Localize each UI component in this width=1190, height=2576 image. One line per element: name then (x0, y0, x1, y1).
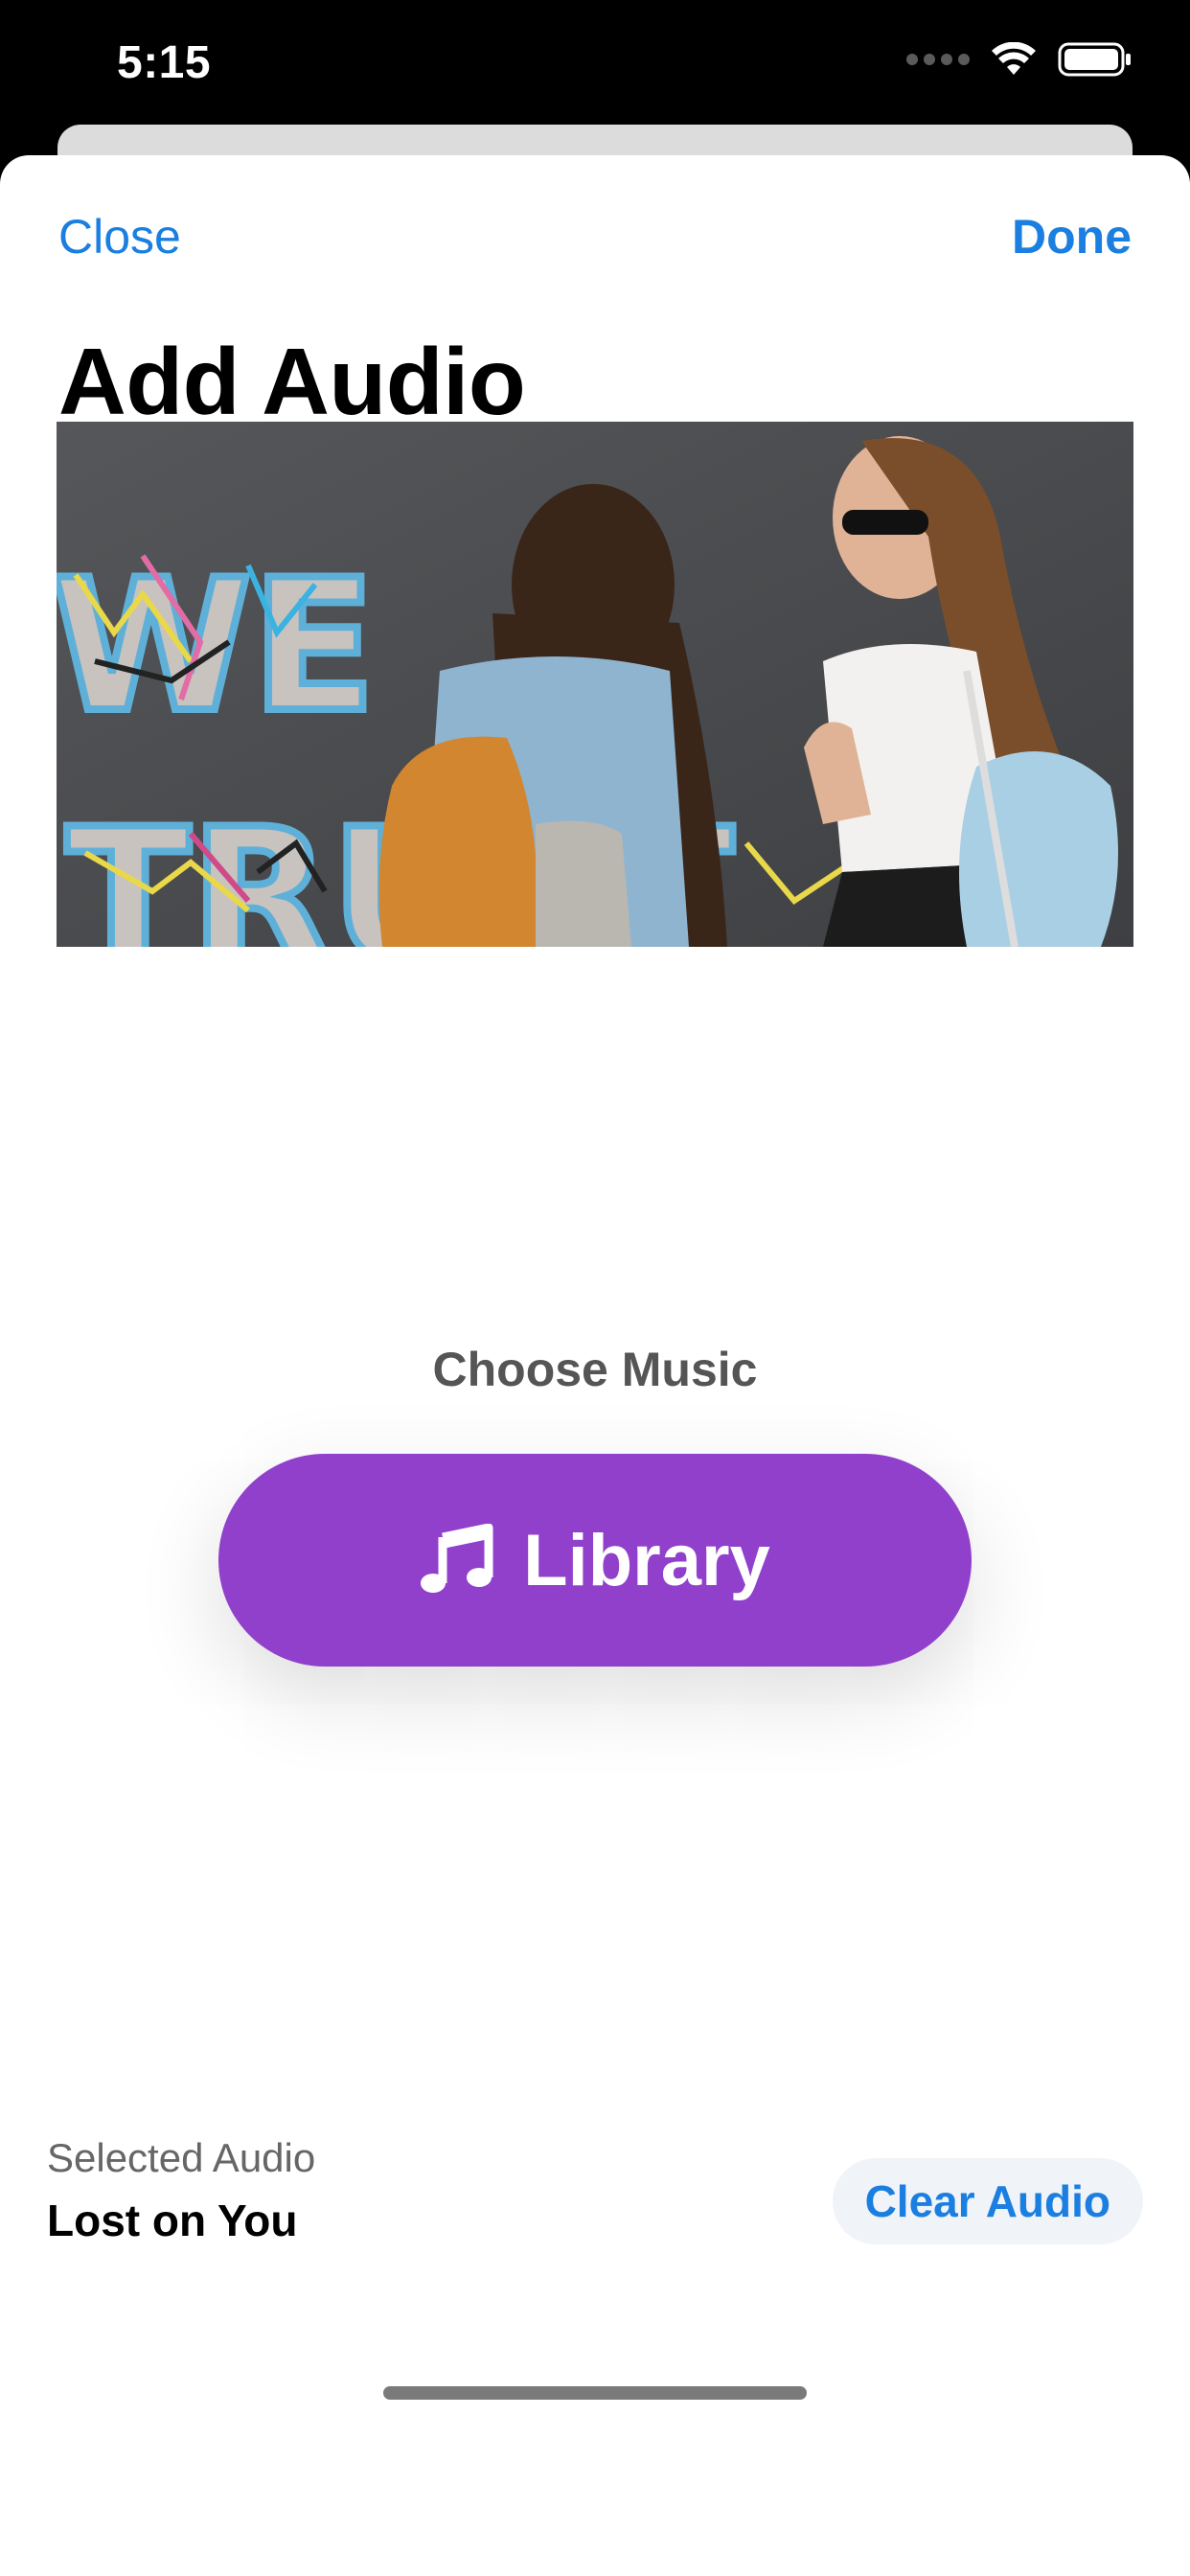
wifi-icon (992, 42, 1036, 75)
done-button[interactable]: Done (1012, 209, 1132, 264)
choose-music-label: Choose Music (432, 1343, 758, 1396)
status-time: 5:15 (117, 37, 212, 88)
screen: 5:15 Close Done Add Audio WE Choose Musi… (0, 0, 1190, 2576)
clear-audio-button[interactable]: Clear Audio (832, 2158, 1143, 2244)
selected-audio-caption: Selected Audio (47, 2135, 316, 2180)
battery-icon (1058, 42, 1131, 77)
page-title: Add Audio (58, 329, 526, 434)
home-indicator[interactable] (383, 2386, 807, 2400)
media-preview-image: WE TRUST (57, 422, 1133, 947)
close-button[interactable]: Close (58, 209, 181, 264)
status-indicators (906, 42, 1133, 77)
music-note-icon (421, 1524, 493, 1593)
signal-dots-icon (906, 54, 970, 65)
selected-audio-title: Lost on You (47, 2196, 298, 2245)
library-button[interactable]: Library (218, 1454, 972, 1667)
svg-text:WE: WE (57, 540, 376, 752)
library-label: Library (523, 1519, 770, 1601)
